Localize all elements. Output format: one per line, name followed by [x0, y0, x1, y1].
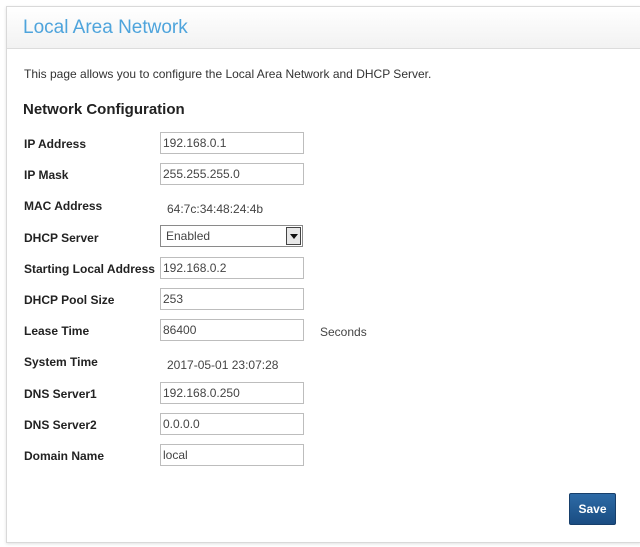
section-title: Network Configuration: [23, 101, 185, 118]
mac-address-label: MAC Address: [24, 199, 103, 213]
domain-name-input[interactable]: [160, 444, 304, 466]
dhcp-pool-size-label: DHCP Pool Size: [24, 293, 115, 307]
dns-server1-input[interactable]: [160, 382, 304, 404]
starting-local-address-input[interactable]: [160, 257, 304, 279]
ip-address-label: IP Address: [24, 137, 87, 151]
system-time-label: System Time: [24, 355, 98, 369]
panel-header: Local Area Network: [7, 7, 640, 49]
dhcp-server-label: DHCP Server: [24, 231, 99, 245]
mac-address-value: 64:7c:34:48:24:4b: [167, 202, 264, 216]
lease-time-label: Lease Time: [24, 324, 90, 338]
dns-server1-label: DNS Server1: [24, 387, 97, 401]
save-button[interactable]: Save: [569, 493, 616, 525]
dns-server2-label: DNS Server2: [24, 418, 97, 432]
domain-name-label: Domain Name: [24, 449, 105, 463]
page-description: This page allows you to configure the Lo…: [24, 67, 432, 81]
page-title: Local Area Network: [23, 17, 188, 38]
ip-address-input[interactable]: [160, 132, 304, 154]
ip-mask-label: IP Mask: [24, 168, 69, 182]
dhcp-server-select[interactable]: Enabled: [160, 225, 303, 247]
starting-local-address-label: Starting Local Address: [24, 262, 155, 276]
lease-time-input[interactable]: [160, 319, 304, 341]
lease-time-unit: Seconds: [320, 325, 367, 339]
lan-settings-panel: Local Area Network This page allows you …: [6, 6, 640, 543]
dhcp-server-selected-value: Enabled: [166, 229, 211, 243]
ip-mask-input[interactable]: [160, 163, 304, 185]
dns-server2-input[interactable]: [160, 413, 304, 435]
system-time-value: 2017-05-01 23:07:28: [167, 358, 279, 372]
chevron-down-icon[interactable]: [286, 227, 301, 245]
dhcp-pool-size-input[interactable]: [160, 288, 304, 310]
